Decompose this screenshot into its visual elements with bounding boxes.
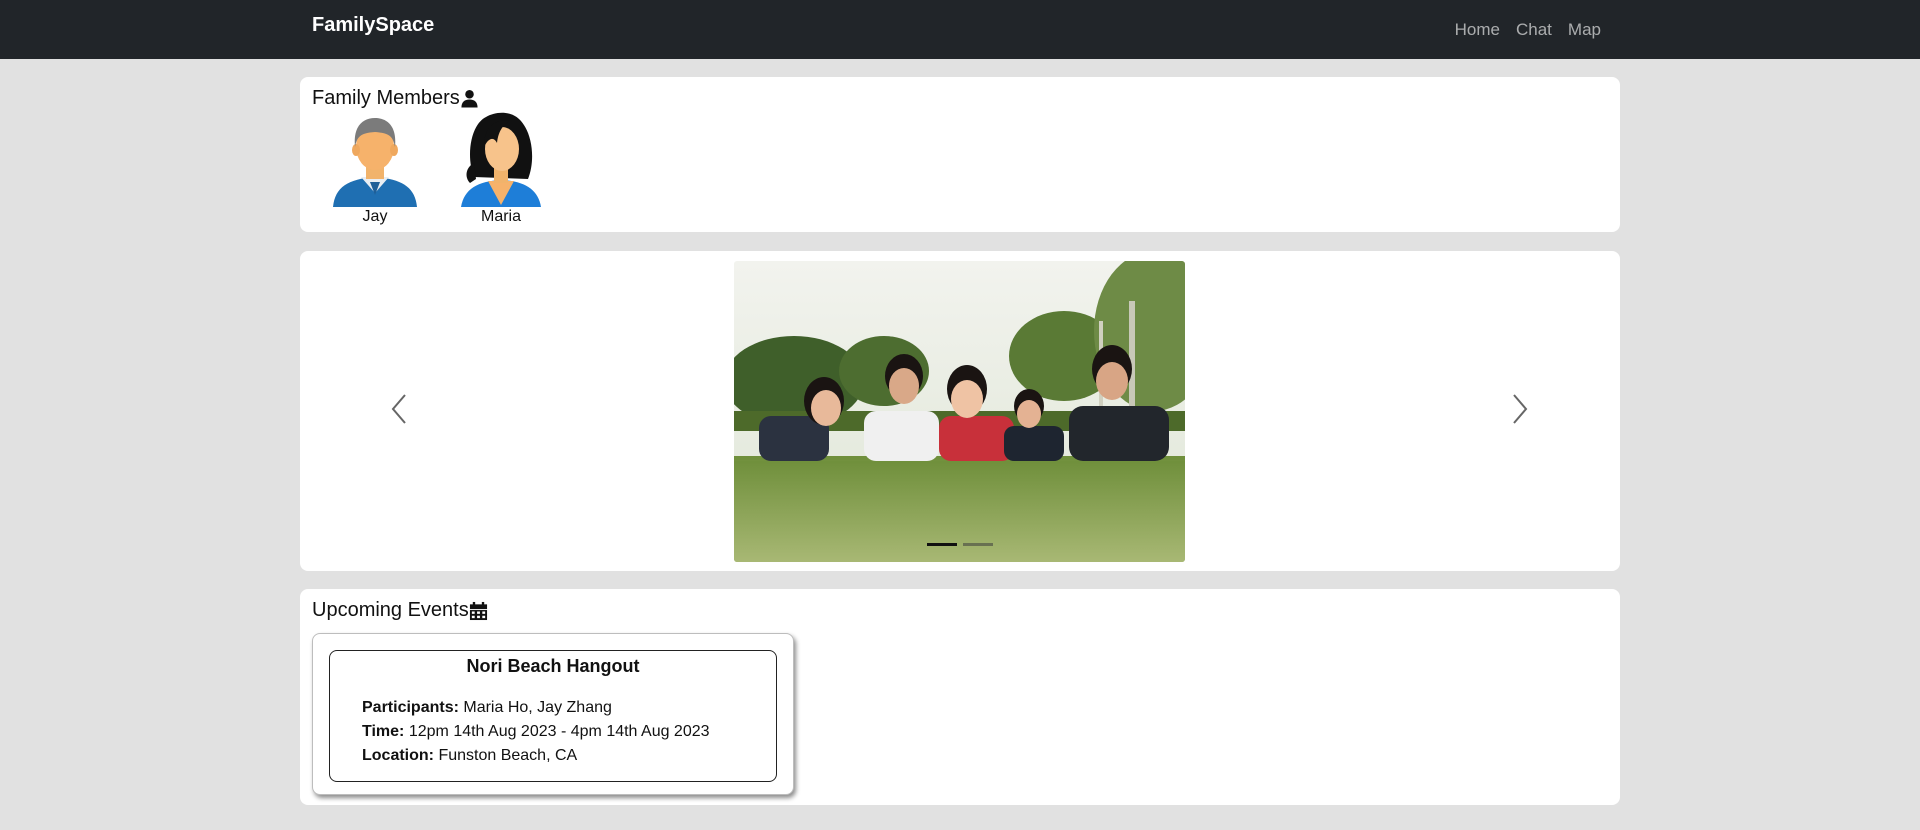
member-maria[interactable]: Maria	[456, 107, 546, 226]
event-item[interactable]: Nori Beach Hangout Participants: Maria H…	[329, 650, 777, 782]
location-label: Location:	[362, 747, 434, 764]
event-details: Participants: Maria Ho, Jay Zhang Time: …	[362, 696, 776, 768]
chevron-right-icon	[1509, 392, 1531, 431]
members-list: Jay Maria	[330, 107, 546, 226]
member-jay[interactable]: Jay	[330, 107, 420, 226]
event-time-row: Time: 12pm 14th Aug 2023 - 4pm 14th Aug …	[362, 720, 776, 744]
participants-value: Maria Ho, Jay Zhang	[463, 699, 612, 716]
upcoming-events-heading: Upcoming Events	[312, 599, 488, 622]
event-title: Nori Beach Hangout	[466, 656, 640, 676]
event-participants-row: Participants: Maria Ho, Jay Zhang	[362, 696, 776, 720]
member-name: Maria	[480, 208, 521, 225]
family-members-card: Family Members Jay Maria	[300, 77, 1620, 232]
photo-carousel-card	[300, 251, 1620, 571]
navbar: FamilySpace Home Chat Map	[0, 0, 1920, 59]
male-avatar	[330, 107, 420, 207]
event-location-row: Location: Funston Beach, CA	[362, 744, 776, 768]
female-avatar	[456, 107, 546, 207]
upcoming-events-card: Upcoming Events Nori Beach Hangout Parti…	[300, 589, 1620, 805]
user-icon	[460, 89, 479, 108]
time-label: Time:	[362, 723, 405, 740]
chevron-left-icon	[388, 392, 410, 431]
location-value: Funston Beach, CA	[438, 747, 578, 764]
nav-links: Home Chat Map	[1455, 20, 1601, 40]
participants-label: Participants:	[362, 699, 459, 716]
carousel-indicator-2[interactable]	[962, 543, 993, 546]
nav-link-map[interactable]: Map	[1568, 20, 1601, 40]
carousel-prev-button[interactable]	[379, 391, 419, 431]
calendar-icon	[469, 601, 488, 621]
nav-link-chat[interactable]: Chat	[1516, 20, 1552, 40]
member-name: Jay	[362, 208, 388, 225]
carousel-indicator-1[interactable]	[926, 543, 957, 546]
carousel-next-button[interactable]	[1500, 391, 1540, 431]
brand-link[interactable]: FamilySpace	[312, 14, 434, 37]
carousel-indicators	[734, 543, 1185, 546]
time-value: 12pm 14th Aug 2023 - 4pm 14th Aug 2023	[408, 723, 710, 740]
event-card: Nori Beach Hangout Participants: Maria H…	[312, 633, 794, 795]
upcoming-events-title: Upcoming Events	[312, 599, 469, 621]
nav-link-home[interactable]: Home	[1455, 20, 1500, 40]
carousel-slide-image	[734, 261, 1185, 562]
